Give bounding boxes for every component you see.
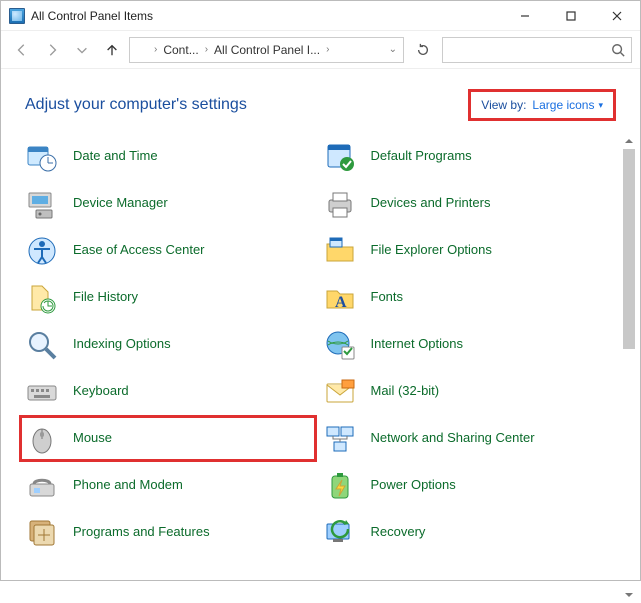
scroll-up-button[interactable] bbox=[621, 133, 637, 149]
folder-options-icon bbox=[323, 234, 357, 268]
close-button[interactable] bbox=[594, 1, 640, 31]
item-mail[interactable]: Mail (32-bit) bbox=[317, 368, 615, 415]
power-icon bbox=[323, 469, 357, 503]
item-network-sharing[interactable]: Network and Sharing Center bbox=[317, 415, 615, 462]
phone-modem-icon bbox=[25, 469, 59, 503]
indexing-icon bbox=[25, 328, 59, 362]
refresh-button[interactable] bbox=[408, 37, 438, 63]
forward-button[interactable] bbox=[39, 37, 65, 63]
control-panel-icon bbox=[9, 8, 25, 24]
internet-options-icon bbox=[323, 328, 357, 362]
recovery-icon bbox=[323, 516, 357, 550]
item-file-explorer-options[interactable]: File Explorer Options bbox=[317, 227, 615, 274]
minimize-button[interactable] bbox=[502, 1, 548, 31]
keyboard-icon bbox=[25, 375, 59, 409]
item-label: Devices and Printers bbox=[371, 196, 491, 211]
maximize-button[interactable] bbox=[548, 1, 594, 31]
breadcrumb[interactable]: Cont... bbox=[163, 43, 198, 57]
item-label: Indexing Options bbox=[73, 337, 171, 352]
items-grid: Date and Time Device Manager Ease of Acc… bbox=[19, 133, 614, 603]
item-power-options[interactable]: Power Options bbox=[317, 462, 615, 509]
item-keyboard[interactable]: Keyboard bbox=[19, 368, 317, 415]
printer-icon bbox=[323, 187, 357, 221]
scroll-thumb[interactable] bbox=[623, 149, 635, 349]
window-buttons bbox=[502, 1, 640, 31]
item-label: Mail (32-bit) bbox=[371, 384, 440, 399]
item-device-manager[interactable]: Device Manager bbox=[19, 180, 317, 227]
item-programs-features[interactable]: Programs and Features bbox=[19, 509, 317, 556]
item-label: Ease of Access Center bbox=[73, 243, 205, 258]
recent-locations-button[interactable] bbox=[69, 37, 95, 63]
view-by-selector[interactable]: View by: Large icons ▾ bbox=[468, 89, 616, 121]
item-label: Device Manager bbox=[73, 196, 168, 211]
item-recovery[interactable]: Recovery bbox=[317, 509, 615, 556]
item-label: Network and Sharing Center bbox=[371, 431, 535, 446]
navigation-bar: › Cont... › All Control Panel I... › ⌄ bbox=[1, 31, 640, 69]
item-phone-modem[interactable]: Phone and Modem bbox=[19, 462, 317, 509]
item-label: File Explorer Options bbox=[371, 243, 492, 258]
item-label: Power Options bbox=[371, 478, 456, 493]
item-label: File History bbox=[73, 290, 138, 305]
item-indexing-options[interactable]: Indexing Options bbox=[19, 321, 317, 368]
ease-of-access-icon bbox=[25, 234, 59, 268]
item-label: Fonts bbox=[371, 290, 404, 305]
vertical-scrollbar[interactable] bbox=[621, 133, 637, 603]
window-title: All Control Panel Items bbox=[31, 9, 153, 23]
item-label: Recovery bbox=[371, 525, 426, 540]
search-icon bbox=[611, 43, 625, 57]
item-label: Date and Time bbox=[73, 149, 158, 164]
svg-text:A: A bbox=[335, 294, 347, 311]
item-label: Keyboard bbox=[73, 384, 129, 399]
chevron-down-icon: ▾ bbox=[598, 100, 603, 111]
address-bar[interactable]: › Cont... › All Control Panel I... › ⌄ bbox=[129, 37, 404, 63]
clock-calendar-icon bbox=[25, 140, 59, 174]
item-file-history[interactable]: File History bbox=[19, 274, 317, 321]
control-panel-icon bbox=[134, 43, 148, 57]
item-date-time[interactable]: Date and Time bbox=[19, 133, 317, 180]
item-label: Programs and Features bbox=[73, 525, 210, 540]
device-manager-icon bbox=[25, 187, 59, 221]
item-label: Mouse bbox=[73, 431, 112, 446]
file-history-icon bbox=[25, 281, 59, 315]
item-mouse[interactable]: Mouse bbox=[19, 415, 317, 462]
item-fonts[interactable]: A Fonts bbox=[317, 274, 615, 321]
item-devices-printers[interactable]: Devices and Printers bbox=[317, 180, 615, 227]
network-icon bbox=[323, 422, 357, 456]
item-label: Phone and Modem bbox=[73, 478, 183, 493]
back-button[interactable] bbox=[9, 37, 35, 63]
item-ease-of-access[interactable]: Ease of Access Center bbox=[19, 227, 317, 274]
scroll-down-button[interactable] bbox=[621, 587, 637, 603]
view-by-value[interactable]: Large icons ▾ bbox=[532, 98, 603, 112]
view-by-label: View by: bbox=[481, 98, 526, 112]
mail-icon bbox=[323, 375, 357, 409]
content-area: Date and Time Device Manager Ease of Acc… bbox=[1, 133, 640, 603]
title-bar: All Control Panel Items bbox=[1, 1, 640, 31]
up-button[interactable] bbox=[99, 37, 125, 63]
mouse-icon bbox=[25, 422, 59, 456]
item-default-programs[interactable]: Default Programs bbox=[317, 133, 615, 180]
item-label: Internet Options bbox=[371, 337, 464, 352]
chevron-right-icon: › bbox=[203, 44, 210, 55]
chevron-right-icon: › bbox=[324, 44, 331, 55]
page-header: Adjust your computer's settings View by:… bbox=[1, 83, 640, 133]
page-title: Adjust your computer's settings bbox=[25, 96, 247, 114]
breadcrumb[interactable]: All Control Panel I... bbox=[214, 43, 320, 57]
item-internet-options[interactable]: Internet Options bbox=[317, 321, 615, 368]
fonts-icon: A bbox=[323, 281, 357, 315]
chevron-right-icon: › bbox=[152, 44, 159, 55]
scroll-track[interactable] bbox=[621, 149, 637, 587]
programs-icon bbox=[25, 516, 59, 550]
default-programs-icon bbox=[323, 140, 357, 174]
search-input[interactable] bbox=[442, 37, 632, 63]
item-label: Default Programs bbox=[371, 149, 472, 164]
chevron-down-icon[interactable]: ⌄ bbox=[387, 44, 399, 55]
